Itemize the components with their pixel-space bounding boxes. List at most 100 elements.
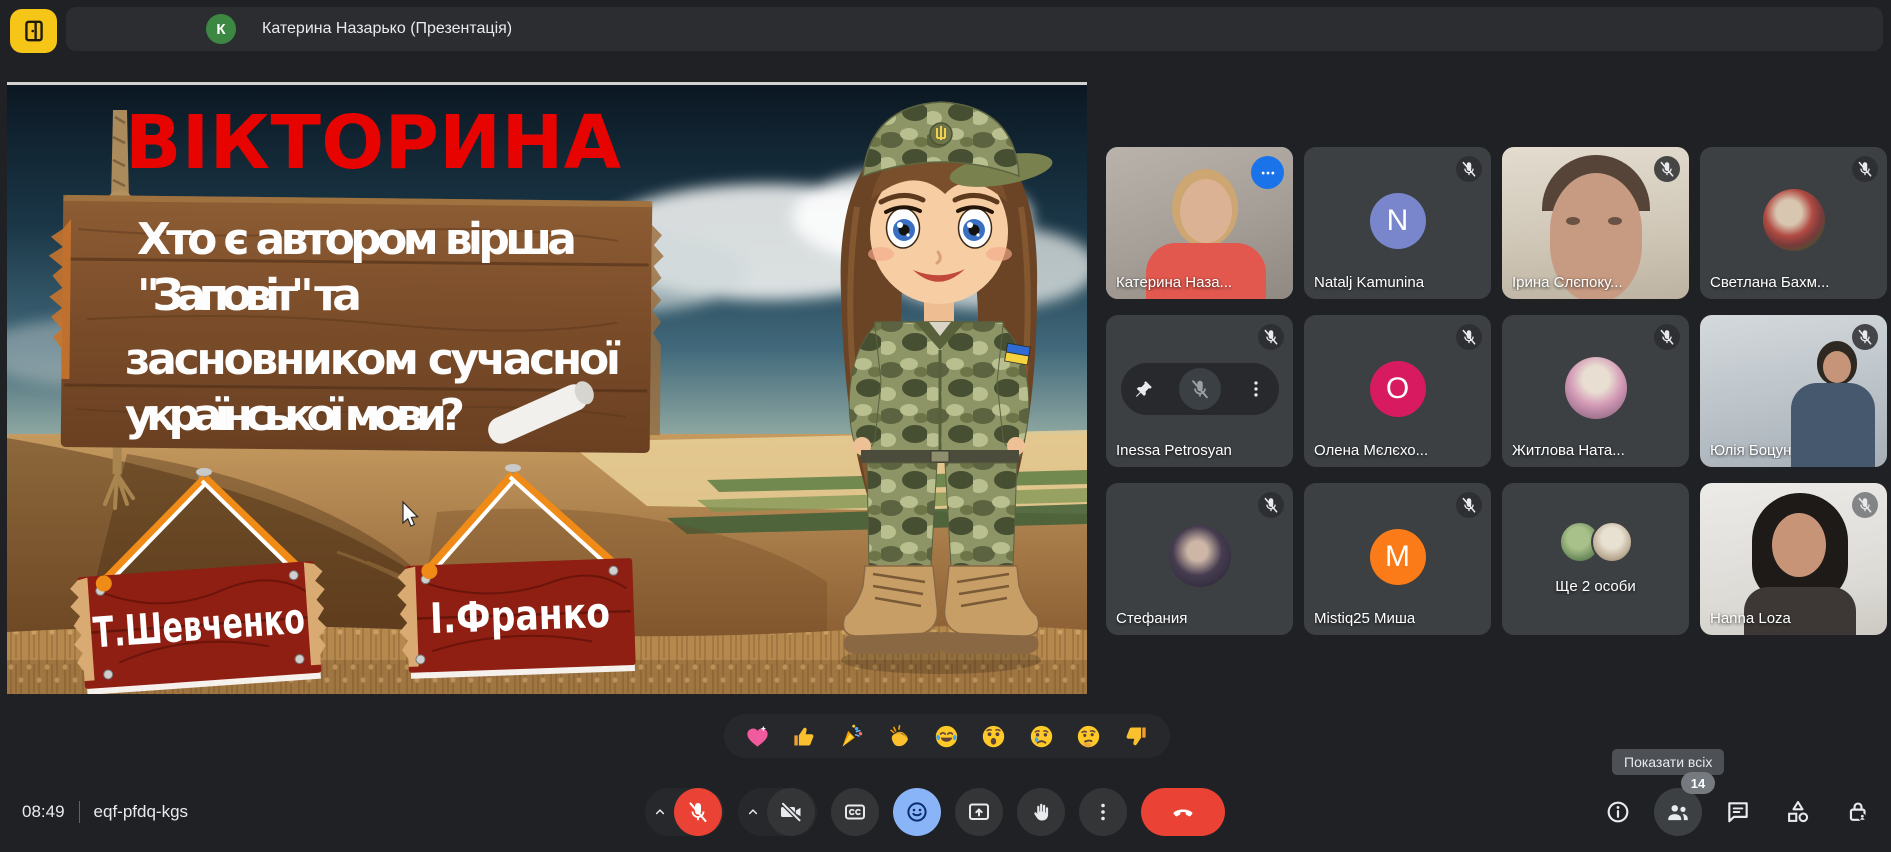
camera-toggle-button[interactable] [767,788,815,836]
lock-person-icon [1845,799,1871,825]
end-call-button[interactable] [1141,788,1225,836]
captions-icon [843,800,867,824]
mic-off-badge [1852,324,1878,350]
svg-text:засновником сучасної: засновником сучасної [125,334,621,385]
mic-off-badge [1258,324,1284,350]
mute-button-disabled[interactable] [1179,368,1221,410]
participant-tile[interactable]: Ірина Слєпоку... [1502,147,1689,299]
meeting-details-button[interactable] [1594,788,1642,836]
participant-tile[interactable]: N Natalj Kamunina [1304,147,1491,299]
reactions-toggle-button[interactable] [893,788,941,836]
svg-text:Хто є автором вірша: Хто є автором вірша [137,214,577,265]
participant-tile[interactable]: Юлія Боцун [1700,315,1887,467]
smiley-icon [905,800,929,824]
more-options-button[interactable] [1079,788,1127,836]
reaction-party-popper[interactable] [837,721,867,751]
info-icon [1605,799,1631,825]
participant-tile[interactable]: Hanna Loza [1700,483,1887,635]
camera-options-chevron[interactable] [738,803,767,821]
reaction-sparkling-heart[interactable] [743,721,773,751]
mic-off-badge [1852,156,1878,182]
mic-toggle-button[interactable] [674,788,722,836]
chat-button[interactable] [1714,788,1762,836]
participant-tile[interactable]: O Олена Мєлєхо... [1304,315,1491,467]
presentation-chip[interactable]: К Катерина Назарько (Презентація) [66,7,1883,51]
door-icon [21,18,47,44]
overflow-label: Ще 2 особи [1502,578,1689,595]
reaction-crying-face[interactable] [1027,721,1057,751]
avatar-photo [1565,357,1627,419]
camera-off-icon [779,800,803,824]
camera-control-group [738,788,817,836]
phone-hangup-icon [1171,800,1195,824]
panel-buttons [1594,788,1882,836]
mic-off-icon [686,800,710,824]
pin-icon[interactable] [1133,378,1155,400]
tile-options-button[interactable] [1251,156,1284,189]
slide-top-edge [7,82,1087,85]
presenter-label: Катерина Назарько (Презентація) [262,20,512,38]
raise-hand-button[interactable] [1017,788,1065,836]
participant-tile[interactable]: Inessa Petrosyan [1106,315,1293,467]
present-icon [967,800,991,824]
mic-off-icon [1460,160,1478,178]
hand-icon [1029,800,1053,824]
mic-off-badge [1852,492,1878,518]
participant-name: Стефания [1116,610,1187,627]
people-icon [1665,799,1691,825]
chat-icon [1725,799,1751,825]
mic-off-badge [1654,156,1680,182]
avatar-letter: O [1370,361,1426,417]
svg-text:української мови?: української мови? [125,390,465,441]
participant-name: Hanna Loza [1710,610,1791,627]
participant-tile[interactable]: Стефания [1106,483,1293,635]
host-controls-button[interactable] [1834,788,1882,836]
more-vertical-icon[interactable] [1245,378,1267,400]
svg-text:І.Франко: І.Франко [429,588,611,643]
reaction-joy-face[interactable] [932,721,962,751]
reaction-thumbs-up[interactable] [790,721,820,751]
slide-title: ВІКТОРИНА [125,100,621,186]
participant-name: Mistiq25 Миша [1314,610,1415,627]
activities-icon [1785,799,1811,825]
overflow-tile[interactable]: Ще 2 особи [1502,483,1689,635]
mic-off-icon [1262,496,1280,514]
mic-off-icon [1856,328,1874,346]
reaction-thumbs-down[interactable] [1121,721,1151,751]
mic-control-group [645,788,724,836]
participant-tile[interactable]: Житлова Ната... [1502,315,1689,467]
participant-name: Олена Мєлєхо... [1314,442,1428,459]
mic-options-chevron[interactable] [645,803,674,821]
avatar-letter: N [1370,193,1426,249]
reaction-thinking-face[interactable] [1074,721,1104,751]
show-participants-button[interactable] [1654,788,1702,836]
presentation-stage[interactable]: ВІКТОРИНА Хто є автором вірша "Заповіт" … [7,82,1087,694]
mic-off-icon [1856,496,1874,514]
meeting-info: 08:49 eqf-pfdq-kgs [22,784,188,840]
clock: 08:49 [22,802,65,822]
reaction-astonished-face[interactable] [979,721,1009,751]
more-vertical-icon [1091,800,1115,824]
participant-tile[interactable]: Катерина Наза... [1106,147,1293,299]
participant-tile[interactable]: M Mistiq25 Миша [1304,483,1491,635]
mic-off-icon [1856,160,1874,178]
avatar-photo [1763,189,1825,251]
captions-button[interactable] [831,788,879,836]
mic-off-badge [1456,324,1482,350]
presenter-avatar: К [206,14,236,44]
participant-tile[interactable]: Светлана Бахм... [1700,147,1887,299]
meet-app-logo[interactable] [10,9,57,53]
reaction-clapping-hands[interactable] [885,721,915,751]
activities-button[interactable] [1774,788,1822,836]
present-screen-button[interactable] [955,788,1003,836]
mic-off-icon [1262,328,1280,346]
chevron-up-icon [744,803,762,821]
meeting-code: eqf-pfdq-kgs [94,802,189,822]
more-horizontal-icon [1259,164,1277,182]
top-bar: К Катерина Назарько (Презентація) [0,0,1891,57]
show-all-tooltip: Показати всіх [1612,749,1724,775]
overflow-avatars [1559,521,1633,563]
tile-hover-controls [1121,363,1279,415]
avatar-photo [1169,525,1231,587]
mic-off-badge [1258,492,1284,518]
